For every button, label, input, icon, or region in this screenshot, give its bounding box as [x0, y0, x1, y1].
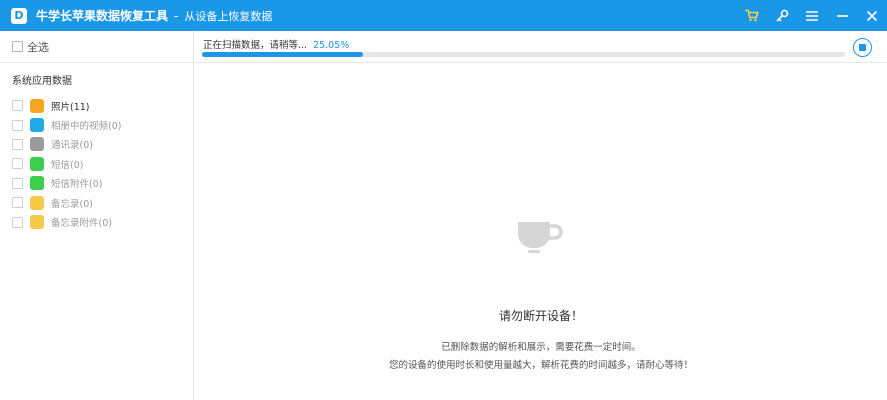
category-checkbox[interactable] — [12, 119, 23, 131]
menu-icon[interactable] — [797, 0, 827, 31]
select-all-row[interactable]: 全选 — [0, 31, 193, 63]
stop-icon — [859, 44, 866, 51]
category-label: 备忘录附件(0) — [51, 218, 112, 230]
coffee-cup-icon — [518, 222, 563, 253]
warning-line-2: 您的设备的使用时长和使用量越大，解析花费的时间越多，请耐心等待！ — [388, 360, 693, 371]
category-label: 通讯录(0) — [51, 140, 93, 152]
category-checkbox[interactable] — [12, 158, 23, 170]
warning-title: 请勿断开设备！ — [498, 309, 583, 323]
album-video-icon — [30, 118, 44, 133]
category-item[interactable]: 备忘录(0) — [0, 193, 193, 212]
close-icon[interactable] — [857, 0, 887, 31]
message-attachments-icon — [30, 176, 44, 191]
category-item[interactable]: 备忘录附件(0) — [0, 212, 193, 231]
warning-line-1: 已删除数据的解析和展示，需要花费一定时间。 — [441, 342, 641, 353]
category-label: 短信附件(0) — [51, 179, 103, 191]
category-label: 相册中的视频(0) — [51, 121, 122, 133]
category-checkbox[interactable] — [12, 216, 23, 228]
category-item[interactable]: 通讯录(0) — [0, 135, 193, 154]
window-controls — [737, 0, 887, 31]
contacts-icon — [30, 137, 44, 152]
select-all-label: 全选 — [27, 40, 49, 54]
category-item[interactable]: 照片(11) — [0, 96, 193, 115]
scan-percent: 25.05% — [313, 40, 350, 51]
notes-attachments-icon — [30, 215, 44, 230]
title-bar: D 牛学长苹果数据恢复工具 - 从设备上恢复数据 — [0, 0, 887, 31]
category-list: 照片(11) 相册中的视频(0) 通讯录(0) 短信(0) 短信附件(0) 备忘录(0) 备… — [0, 96, 193, 232]
category-checkbox[interactable] — [12, 197, 23, 209]
section-title: 系统应用数据 — [12, 76, 72, 87]
progress-bar — [202, 52, 845, 57]
category-label: 短信(0) — [51, 159, 84, 171]
category-checkbox[interactable] — [12, 138, 23, 150]
app-logo-icon: D — [11, 7, 27, 24]
app-title: 牛学长苹果数据恢复工具 — [36, 9, 169, 23]
photos-icon — [30, 98, 44, 113]
progress-area: 正在扫描数据，请稍等... 25.05% — [195, 31, 887, 63]
page-subtitle: 从设备上恢复数据 — [184, 9, 273, 23]
category-label: 照片(11) — [51, 101, 90, 113]
progress-bar-fill — [202, 52, 364, 57]
scan-status: 正在扫描数据，请稍等... 25.05% — [203, 37, 349, 51]
category-item[interactable]: 相册中的视频(0) — [0, 115, 193, 134]
key-icon[interactable] — [767, 0, 797, 31]
category-checkbox[interactable] — [12, 177, 23, 189]
notes-icon — [30, 195, 44, 210]
messages-icon — [30, 156, 44, 171]
minimize-icon[interactable] — [827, 0, 857, 31]
title-separator: - — [174, 8, 179, 23]
select-all-checkbox[interactable] — [12, 41, 23, 52]
cart-icon[interactable] — [737, 0, 767, 31]
category-checkbox[interactable] — [12, 100, 23, 112]
stop-scan-button[interactable] — [853, 38, 872, 57]
category-item[interactable]: 短信附件(0) — [0, 174, 193, 193]
scan-status-text: 正在扫描数据，请稍等... — [203, 40, 308, 51]
category-item[interactable]: 短信(0) — [0, 154, 193, 173]
main-panel: 正在扫描数据，请稍等... 25.05% 请勿断开设备！ 已删除数据的解析和展示，… — [195, 31, 887, 400]
category-label: 备忘录(0) — [51, 198, 93, 210]
sidebar: 全选 系统应用数据 照片(11) 相册中的视频(0) 通讯录(0) 短信(0) 短信附件… — [0, 31, 194, 400]
